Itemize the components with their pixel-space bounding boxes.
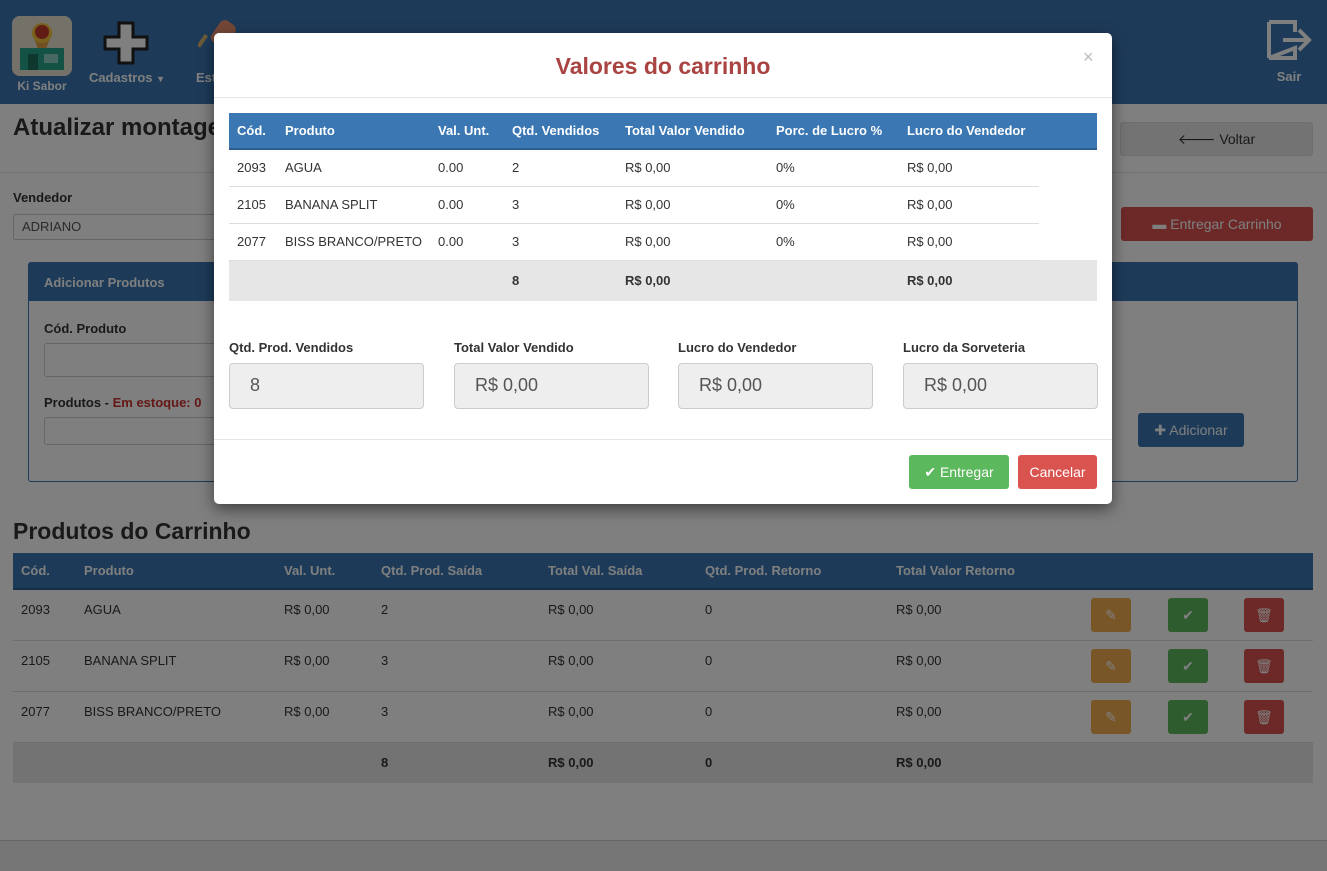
close-icon[interactable]: ×: [1083, 47, 1094, 68]
cell-cod: 2093: [229, 149, 277, 187]
lucro-vendedor-label: Lucro do Vendedor: [678, 340, 797, 355]
lucro-vendedor-field: R$ 0,00: [678, 363, 873, 409]
cell-qtd: 3: [503, 186, 617, 224]
total-valor: R$ 0,00: [616, 260, 768, 301]
cell-porc: 0%: [767, 186, 899, 224]
cell-total: R$ 0,00: [616, 149, 768, 187]
qtd-vendidos-label: Qtd. Prod. Vendidos: [229, 340, 354, 355]
col-qtd-vendidos: Qtd. Vendidos: [503, 113, 617, 150]
modal-entregar-button[interactable]: ✔ Entregar: [909, 455, 1009, 489]
col-porc-lucro: Porc. de Lucro %: [767, 113, 899, 150]
total-vendido-field: R$ 0,00: [454, 363, 649, 409]
col-cod: Cód.: [229, 113, 277, 150]
cell-cod: 2077: [229, 223, 277, 261]
cell-total: R$ 0,00: [616, 223, 768, 261]
col-val-unt: Val. Unt.: [430, 113, 504, 150]
cell-val-unt: 0.00: [430, 223, 504, 261]
table-row: 2105 BANANA SPLIT 0.00 3 R$ 0,00 0% R$ 0…: [229, 186, 1097, 224]
modal-cancelar-button[interactable]: Cancelar: [1018, 455, 1097, 489]
cell-produto: AGUA: [276, 149, 430, 187]
cell-val-unt: 0.00: [430, 149, 504, 187]
modal-title: Valores do carrinho: [555, 53, 771, 79]
total-qtd: 8: [503, 260, 617, 301]
total-vendido-label: Total Valor Vendido: [454, 340, 574, 355]
cell-qtd: 3: [503, 223, 617, 261]
col-produto: Produto: [276, 113, 430, 150]
col-total-vendido: Total Valor Vendido: [616, 113, 768, 150]
cell-porc: 0%: [767, 223, 899, 261]
qtd-vendidos-field: 8: [229, 363, 424, 409]
cell-qtd: 2: [503, 149, 617, 187]
modal-entregar-label: Entregar: [939, 464, 994, 480]
checklist-icon: ✔: [924, 464, 937, 480]
cell-cod: 2105: [229, 186, 277, 224]
valores-table: Cód. Produto Val. Unt. Qtd. Vendidos Tot…: [229, 113, 1097, 301]
cell-lucro: R$ 0,00: [898, 223, 1039, 261]
cell-produto: BISS BRANCO/PRETO: [276, 223, 430, 261]
cell-produto: BANANA SPLIT: [276, 186, 430, 224]
modal-header-row: Cód. Produto Val. Unt. Qtd. Vendidos Tot…: [229, 113, 1097, 150]
total-lucro: R$ 0,00: [898, 260, 1039, 301]
lucro-sorveteria-label: Lucro da Sorveteria: [903, 340, 1026, 355]
lucro-sorveteria-field: R$ 0,00: [903, 363, 1098, 409]
cell-porc: 0%: [767, 149, 899, 187]
cell-total: R$ 0,00: [616, 186, 768, 224]
modal-header-divider: [214, 97, 1112, 98]
modal-total-row: 8 R$ 0,00 R$ 0,00: [229, 260, 1097, 301]
col-lucro-vendedor: Lucro do Vendedor: [898, 113, 1039, 150]
table-row: 2093 AGUA 0.00 2 R$ 0,00 0% R$ 0,00: [229, 149, 1097, 187]
cell-lucro: R$ 0,00: [898, 186, 1039, 224]
table-row: 2077 BISS BRANCO/PRETO 0.00 3 R$ 0,00 0%…: [229, 223, 1097, 261]
valores-carrinho-modal: Valores do carrinho × Cód. Produto Val. …: [214, 33, 1112, 504]
cell-lucro: R$ 0,00: [898, 149, 1039, 187]
modal-footer-divider: [214, 439, 1112, 440]
cell-val-unt: 0.00: [430, 186, 504, 224]
